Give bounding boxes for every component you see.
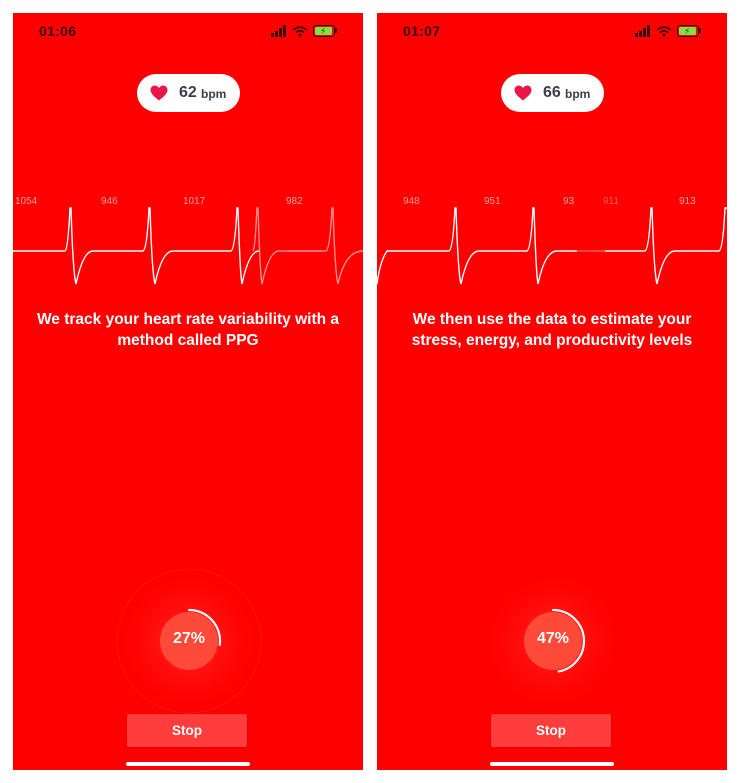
- stop-button[interactable]: Stop: [491, 714, 611, 747]
- rr-interval-label: 93: [563, 196, 575, 207]
- ecg-trace: [377, 207, 727, 285]
- battery-charging-icon: ⚡: [313, 25, 335, 37]
- progress-percentage: 27%: [172, 630, 206, 647]
- ecg-waveform: 948 951 93 911 913: [377, 191, 727, 291]
- explanation-text: We track your heart rate variability wit…: [36, 311, 340, 349]
- heart-icon: [514, 85, 532, 101]
- heart-rate-pill: 62 bpm: [137, 74, 240, 112]
- battery-cap: [335, 28, 337, 33]
- heart-rate-pill: 66 bpm: [501, 74, 604, 112]
- wifi-icon: [657, 26, 671, 37]
- bpm-value: 62: [179, 84, 197, 101]
- battery-cap: [699, 28, 701, 33]
- bpm-unit: bpm: [565, 87, 591, 101]
- cellular-signal-icon: [635, 25, 653, 37]
- screen-1: 01:06 ⚡ 62 bpm 1054 946 1017 982 We trac…: [13, 13, 363, 770]
- bpm-value: 66: [543, 84, 561, 101]
- rr-interval-label: 982: [286, 196, 303, 207]
- rr-interval-label: 911: [603, 196, 619, 207]
- rr-interval-label: 913: [679, 196, 696, 207]
- rr-interval-label: 948: [403, 196, 420, 207]
- status-icons: ⚡: [635, 25, 711, 39]
- wifi-icon: [293, 26, 307, 37]
- explanation-text: We then use the data to estimate your st…: [411, 311, 693, 349]
- progress-indicator: 47%: [478, 569, 628, 714]
- status-time: 01:07: [403, 23, 441, 39]
- rr-interval-label: 946: [101, 196, 118, 207]
- screen-2: 01:07 ⚡ 66 bpm 948 951 93 911 913 We the…: [377, 13, 727, 770]
- progress-percentage: 47%: [536, 630, 570, 647]
- heart-icon: [150, 85, 168, 101]
- rr-interval-label: 951: [484, 196, 501, 207]
- status-bar: 01:07 ⚡: [377, 13, 727, 49]
- rr-interval-label: 1017: [183, 196, 206, 207]
- bpm-unit: bpm: [201, 87, 227, 101]
- status-bar: 01:06 ⚡: [13, 13, 363, 49]
- stop-button[interactable]: Stop: [127, 714, 247, 747]
- status-icons: ⚡: [271, 25, 347, 39]
- rr-interval-label: 1054: [15, 196, 38, 207]
- cellular-signal-icon: [271, 25, 289, 37]
- home-indicator[interactable]: [126, 762, 250, 766]
- home-indicator[interactable]: [490, 762, 614, 766]
- ecg-waveform: 1054 946 1017 982: [13, 191, 363, 291]
- status-time: 01:06: [39, 23, 77, 39]
- battery-charging-icon: ⚡: [677, 25, 699, 37]
- progress-indicator: 27%: [114, 568, 264, 714]
